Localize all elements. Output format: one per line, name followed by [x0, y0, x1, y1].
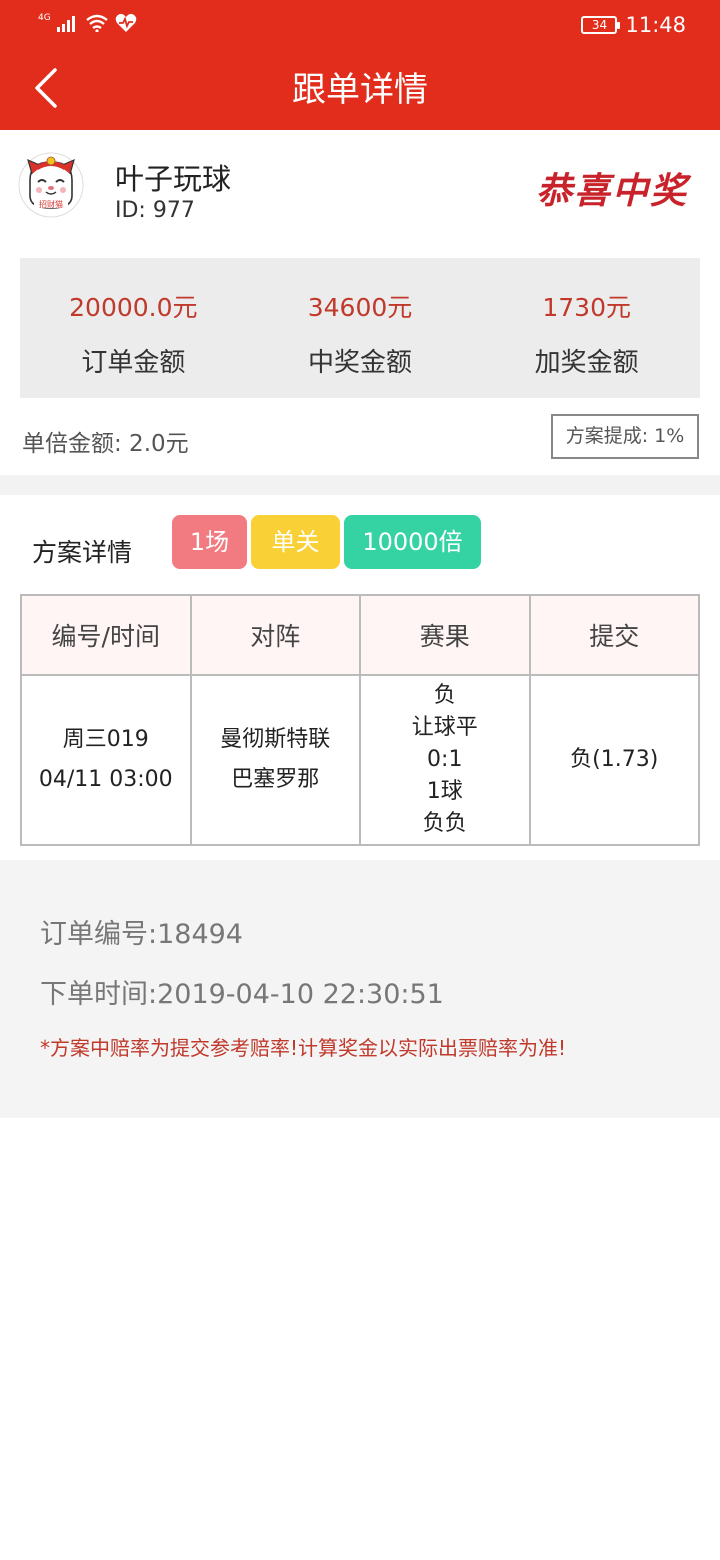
top-navbar: 跟单详情	[0, 50, 720, 130]
match-number: 周三019	[62, 727, 149, 752]
signal-icon	[56, 14, 79, 36]
order-amount-label: 订单金额	[81, 348, 186, 378]
win-stamp: 恭喜中奖	[536, 170, 689, 212]
status-bar: 4G 34 11:48	[0, 0, 720, 50]
home-team: 曼彻斯特联	[220, 727, 331, 752]
amount-order: 20000.0元 订单金额	[20, 258, 247, 398]
order-amount-value: 20000.0元	[69, 293, 198, 322]
plan-detail-section: 方案详情 1场 单关 10000倍 编号/时间 对阵 赛果 提交 周三019 0…	[0, 495, 720, 860]
plan-detail-label: 方案详情	[32, 538, 133, 567]
prize-amount-value: 34600元	[307, 293, 413, 322]
matches-tag: 1场	[172, 515, 247, 569]
bonus-amount-label: 加奖金额	[534, 348, 639, 378]
page-title: 跟单详情	[292, 70, 428, 110]
result-line: 0:1	[427, 747, 463, 772]
result-line: 让球平	[411, 715, 478, 740]
commission-badge: 方案提成: 1%	[551, 414, 699, 459]
header-number-time: 编号/时间	[20, 594, 192, 676]
network-label: 4G	[38, 13, 51, 23]
amount-bonus: 1730元 加奖金额	[473, 258, 700, 398]
bet-type-tag: 单关	[251, 515, 340, 569]
result-line: 1球	[426, 779, 463, 804]
header-result: 赛果	[359, 594, 531, 676]
away-team: 巴塞罗那	[231, 767, 320, 792]
lucky-cat-icon: 招财猫	[18, 152, 84, 218]
cell-submit: 负(1.73)	[528, 674, 700, 846]
multiple-tag: 10000倍	[344, 515, 481, 569]
status-time: 11:48	[625, 13, 686, 37]
result-line: 负	[433, 683, 456, 708]
cell-matchup: 曼彻斯特联 巴塞罗那	[189, 674, 361, 846]
avatar-caption: 招财猫	[39, 199, 63, 209]
cell-number-time: 周三019 04/11 03:00	[20, 674, 192, 846]
bonus-amount-value: 1730元	[542, 293, 631, 322]
amount-prize: 34600元 中奖金额	[247, 258, 474, 398]
user-summary-section: 招财猫 叶子玩球 ID: 977 恭喜中奖 20000.0元 订单金额 3460…	[0, 130, 720, 475]
header-submit: 提交	[528, 594, 700, 676]
result-line: 负负	[422, 811, 467, 836]
header-matchup: 对阵	[189, 594, 361, 676]
avatar[interactable]: 招财猫	[18, 152, 84, 218]
odds-disclaimer: *方案中赔率为提交参考赔率!计算奖金以实际出票赔率为准!	[40, 1036, 567, 1060]
plan-detail-table: 编号/时间 对阵 赛果 提交 周三019 04/11 03:00 曼彻斯特联 巴…	[20, 594, 700, 846]
user-id: ID: 977	[115, 198, 195, 223]
order-number: 订单编号:18494	[40, 919, 243, 950]
wifi-icon	[85, 14, 109, 36]
battery-icon: 34	[581, 16, 621, 34]
status-icons-left: 4G	[38, 12, 137, 38]
table-header-row: 编号/时间 对阵 赛果 提交	[20, 594, 700, 676]
prize-amount-label: 中奖金额	[308, 348, 413, 378]
table-row: 周三019 04/11 03:00 曼彻斯特联 巴塞罗那 负 让球平 0:1 1…	[20, 674, 700, 846]
amounts-summary: 20000.0元 订单金额 34600元 中奖金额 1730元 加奖金额	[20, 258, 700, 398]
order-time: 下单时间:2019-04-10 22:30:51	[40, 979, 444, 1010]
status-icons-right: 34 11:48	[581, 12, 686, 38]
match-time: 04/11 03:00	[38, 767, 173, 792]
single-amount: 单倍金额: 2.0元	[22, 431, 189, 457]
order-info-section: 订单编号:18494 下单时间:2019-04-10 22:30:51 *方案中…	[0, 860, 720, 1118]
health-heart-icon	[115, 13, 137, 37]
user-name: 叶子玩球	[115, 162, 232, 196]
cell-result: 负 让球平 0:1 1球 负负	[359, 674, 531, 846]
section-divider	[0, 475, 720, 495]
